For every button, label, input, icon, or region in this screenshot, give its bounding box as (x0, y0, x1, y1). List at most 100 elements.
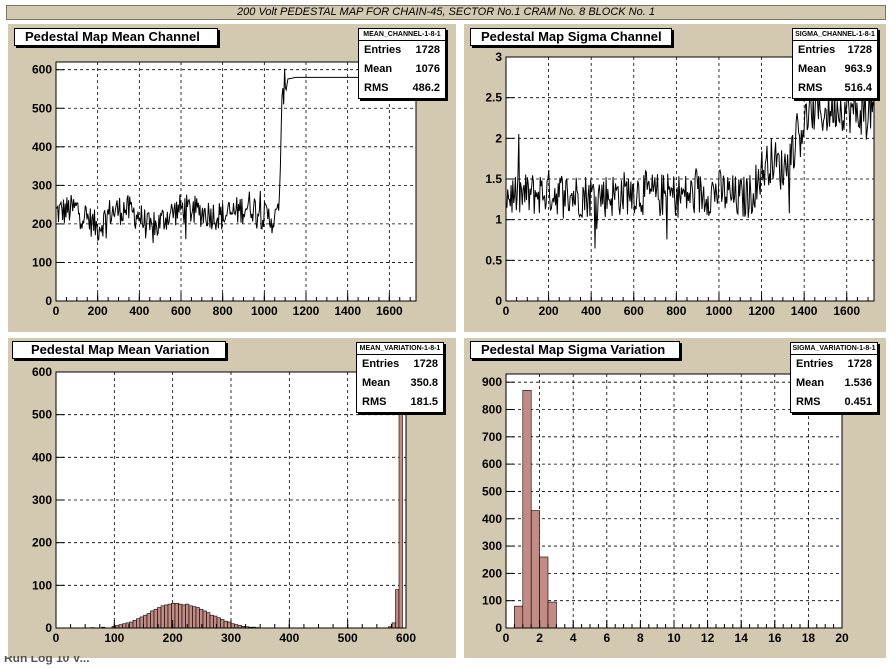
x-tick-label: 500 (338, 631, 358, 645)
stats-box: SIGMA_VARIATION-1-8-1 Entries 1728 Mean 1.… (790, 342, 878, 413)
y-tick-label: 200 (32, 536, 52, 550)
y-tick-label: 1 (495, 213, 502, 227)
x-tick-label: 100 (104, 631, 124, 645)
y-tick-label: 900 (482, 375, 502, 389)
stats-mean: Mean 350.8 (362, 377, 438, 389)
histogram-bar (167, 603, 172, 629)
x-tick-label: 8 (637, 631, 644, 645)
histogram-bar (398, 375, 403, 629)
histogram-bar (514, 605, 524, 629)
x-tick-label: 1400 (334, 304, 361, 318)
histogram-bar (234, 624, 239, 629)
histogram-bar (395, 589, 400, 629)
histogram-bar (174, 602, 179, 629)
plot-title: Pedestal Map Sigma Channel (470, 28, 672, 46)
histogram-bar (547, 601, 557, 629)
histogram-bar (522, 390, 532, 629)
y-tick-label: 3 (495, 50, 502, 64)
stats-name: MEAN_CHANNEL-1-8-1 (359, 29, 445, 41)
plot-title: Pedestal Map Sigma Variation (470, 341, 680, 359)
x-tick-label: 1200 (748, 304, 775, 318)
x-tick-label: 1600 (833, 304, 860, 318)
pad-sigma-channel: 0 200 400 600 800 1000 1200 1400 1600 0 0.5 1 1.5 2 2.… (464, 24, 886, 332)
x-tick-label: 20 (835, 631, 849, 645)
y-tick-label: 100 (32, 578, 52, 592)
histogram-bar (129, 621, 134, 629)
x-tick-label: 300 (221, 631, 241, 645)
x-tick-label: 0 (503, 304, 510, 318)
x-tick-label: 0 (503, 631, 510, 645)
x-tick-label: 400 (581, 304, 601, 318)
x-tick-label: 16 (768, 631, 782, 645)
x-tick-label: 10 (667, 631, 681, 645)
stats-rms: RMS 0.451 (796, 396, 872, 408)
y-tick-label: 200 (482, 566, 502, 580)
stats-name: SIGMA_VARIATION-1-8-1 (791, 343, 877, 355)
x-tick-label: 0 (53, 631, 60, 645)
y-tick-label: 1.5 (485, 172, 502, 186)
footer-text: Run Log 10 V... (4, 656, 90, 665)
histogram-bar (150, 610, 155, 629)
histogram-bar (132, 620, 137, 629)
x-tick-label: 400 (279, 631, 299, 645)
histogram-bar (164, 604, 169, 629)
y-tick-label: 0.5 (485, 253, 502, 267)
histogram-bar (216, 617, 221, 629)
y-tick-label: 300 (482, 539, 502, 553)
x-tick-label: 1000 (251, 304, 278, 318)
y-tick-label: 800 (482, 403, 502, 417)
x-tick-label: 800 (213, 304, 233, 318)
histogram-bar (195, 607, 200, 629)
canvas-title: 200 Volt PEDESTAL MAP FOR CHAIN-45, SECT… (6, 5, 886, 20)
stats-entries: Entries 1728 (796, 358, 872, 370)
histogram-bar (178, 603, 183, 629)
y-tick-label: 2 (495, 131, 502, 145)
histogram-bar (118, 624, 123, 629)
x-tick-label: 600 (624, 304, 644, 318)
stats-rms: RMS 486.2 (364, 82, 440, 94)
x-tick-label: 1400 (791, 304, 818, 318)
x-tick-label: 600 (396, 631, 416, 645)
histogram-bar (139, 616, 144, 629)
stats-name: MEAN_VARIATION-1-8-1 (357, 343, 443, 355)
histogram-bar (136, 618, 141, 629)
pad-mean-variation: 0 100 200 300 400 500 600 0 100 200 300 400 500 600 P… (8, 338, 456, 658)
stats-mean: Mean 1.536 (796, 377, 872, 389)
y-tick-label: 2.5 (485, 91, 502, 105)
histogram-bar (220, 619, 225, 629)
x-tick-label: 18 (802, 631, 816, 645)
y-tick-label: 100 (32, 255, 52, 269)
x-tick-label: 200 (539, 304, 559, 318)
stats-entries: Entries 1728 (798, 44, 872, 56)
histogram-bar (153, 608, 158, 629)
y-tick-label: 500 (32, 408, 52, 422)
y-tick-label: 400 (32, 450, 52, 464)
pad-sigma-variation: 0 2 4 6 8 10 12 14 16 18 20 0 100 200 300 400 500 600 700 8… (464, 338, 886, 658)
histogram-bar (192, 606, 197, 629)
y-tick-label: 600 (32, 63, 52, 77)
plot-title: Pedestal Map Mean Variation (12, 341, 226, 359)
histogram-bar (206, 612, 211, 629)
stats-box: MEAN_CHANNEL-1-8-1 Entries 1728 Mean 1076 … (358, 28, 446, 99)
histogram-bar (230, 623, 235, 629)
histogram-bar (143, 614, 148, 629)
stats-rms: RMS 516.4 (798, 82, 872, 94)
y-tick-label: 0 (45, 621, 52, 635)
x-tick-label: 200 (163, 631, 183, 645)
histogram-bar (188, 605, 193, 629)
stats-entries: Entries 1728 (364, 44, 440, 56)
histogram-bar (181, 604, 186, 629)
y-tick-label: 300 (32, 178, 52, 192)
stats-entries: Entries 1728 (362, 358, 438, 370)
histogram-bar (391, 622, 396, 629)
y-tick-label: 0 (495, 621, 502, 635)
histogram-bar (171, 602, 176, 629)
x-tick-label: 1200 (293, 304, 320, 318)
stats-box: MEAN_VARIATION-1-8-1 Entries 1728 Mean 350… (356, 342, 444, 413)
y-tick-label: 0 (45, 294, 52, 308)
histogram-bar (530, 510, 540, 629)
x-tick-label: 4 (570, 631, 577, 645)
x-tick-label: 600 (171, 304, 191, 318)
x-tick-label: 14 (735, 631, 749, 645)
histogram-bar (209, 614, 214, 629)
